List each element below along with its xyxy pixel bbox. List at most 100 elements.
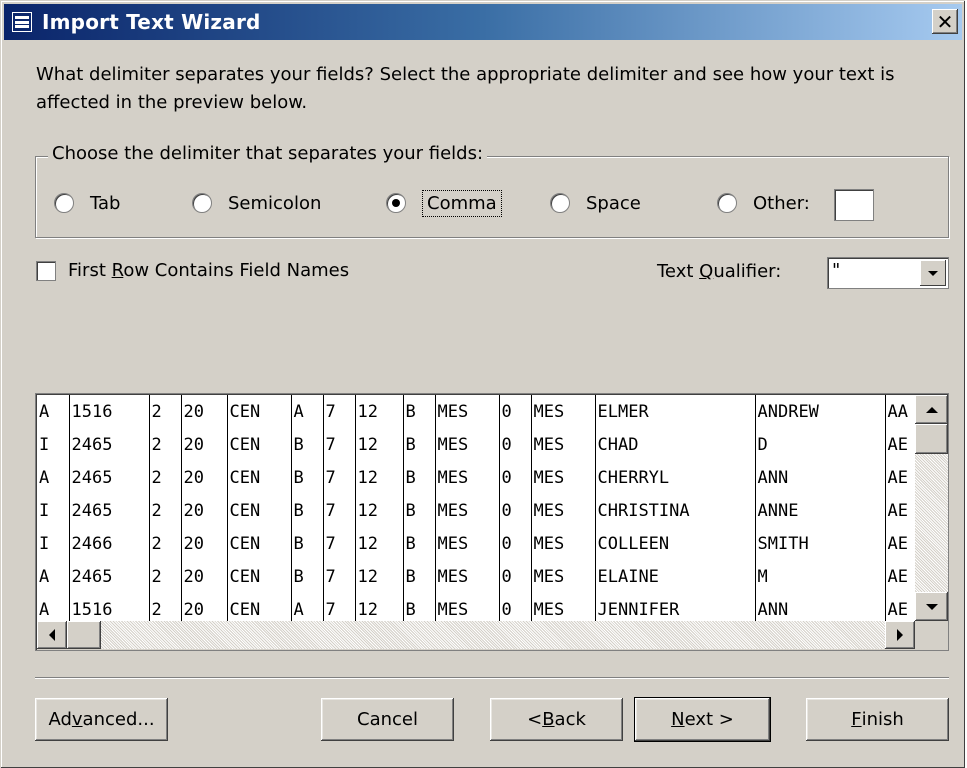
preview-cell: B	[403, 560, 436, 593]
preview-cell: 12	[355, 395, 404, 428]
chevron-down-icon[interactable]	[920, 260, 946, 286]
preview-row: I 2466 2 20 CEN B 7 12 B MES 0 MES COLLEEN SMITH AE	[37, 527, 915, 560]
preview-cell: AE	[885, 560, 915, 593]
preview-cell: CEN	[227, 461, 292, 494]
vertical-scroll-thumb[interactable]	[915, 424, 948, 454]
preview-cell: CEN	[227, 593, 292, 621]
delimiter-group-legend: Choose the delimiter that separates your…	[48, 143, 488, 164]
preview-cell: SMITH	[755, 527, 886, 560]
preview-cell: MES	[531, 395, 596, 428]
preview-table: A 1516 2 20 CEN A 7 12 B MES 0 MES ELMER ANDREW AA I 246…	[37, 395, 915, 621]
radio-semicolon-label: Semicolon	[228, 192, 322, 214]
preview-cell: 2	[149, 461, 182, 494]
first-row-label: First Row Contains Field Names	[68, 260, 350, 281]
scroll-left-button[interactable]	[37, 621, 67, 649]
radio-comma-label: Comma	[422, 189, 502, 217]
preview-cell: A	[291, 593, 324, 621]
scroll-up-button[interactable]	[915, 395, 948, 424]
preview-cell: 12	[355, 527, 404, 560]
preview-grid-area[interactable]: A 1516 2 20 CEN A 7 12 B MES 0 MES ELMER ANDREW AA I 246…	[37, 395, 915, 621]
preview-cell: 2466	[69, 527, 150, 560]
preview-cell: B	[291, 428, 324, 461]
horizontal-scroll-thumb[interactable]	[67, 621, 101, 649]
preview-cell: 12	[355, 461, 404, 494]
preview-cell: AA	[885, 395, 915, 428]
preview-cell: CHAD	[595, 428, 756, 461]
other-delimiter-input[interactable]	[834, 189, 874, 221]
preview-cell: CEN	[227, 527, 292, 560]
preview-row: I 2465 2 20 CEN B 7 12 B MES 0 MES CHAD D AE	[37, 428, 915, 461]
radio-other[interactable]: Other:	[717, 188, 810, 218]
radio-semicolon-indicator	[192, 193, 212, 213]
data-preview: A 1516 2 20 CEN A 7 12 B MES 0 MES ELMER ANDREW AA I 246…	[35, 393, 949, 651]
preview-cell: 2	[149, 593, 182, 621]
preview-cell: 1516	[69, 593, 150, 621]
preview-cell: MES	[435, 527, 500, 560]
cancel-button[interactable]: Cancel	[321, 698, 454, 741]
preview-cell: B	[403, 494, 436, 527]
arrow-up-icon	[925, 406, 938, 413]
preview-cell: B	[403, 461, 436, 494]
radio-tab-indicator	[54, 193, 74, 213]
preview-cell: 0	[499, 461, 532, 494]
preview-cell: M	[755, 560, 886, 593]
preview-cell: 0	[499, 494, 532, 527]
preview-cell: D	[755, 428, 886, 461]
preview-cell: 2465	[69, 461, 150, 494]
scroll-down-button[interactable]	[915, 592, 948, 621]
radio-tab-label: Tab	[90, 192, 121, 214]
preview-cell: 0	[499, 395, 532, 428]
preview-cell: CEN	[227, 395, 292, 428]
preview-cell: 2465	[69, 428, 150, 461]
title-bar[interactable]: Import Text Wizard ✕	[4, 4, 962, 40]
close-button[interactable]: ✕	[932, 9, 958, 34]
preview-cell: MES	[435, 494, 500, 527]
preview-cell: 2	[149, 527, 182, 560]
preview-cell: AE	[885, 494, 915, 527]
advanced-button[interactable]: Ad v anced...	[35, 698, 168, 741]
close-icon: ✕	[936, 9, 954, 34]
first-row-field-names-checkbox[interactable]: First Row Contains Field Names	[36, 260, 349, 281]
radio-comma[interactable]: Comma	[386, 188, 502, 218]
scroll-right-button[interactable]	[885, 621, 915, 649]
table-icon	[12, 12, 32, 32]
preview-cell: MES	[531, 527, 596, 560]
preview-row: A 1516 2 20 CEN A 7 12 B MES 0 MES JENNIFER ANN AE	[37, 593, 915, 621]
preview-cell: 2	[149, 560, 182, 593]
preview-cell: MES	[435, 461, 500, 494]
preview-cell: MES	[435, 560, 500, 593]
preview-cell: ANN	[755, 461, 886, 494]
arrow-down-icon	[925, 603, 938, 610]
preview-cell: MES	[531, 461, 596, 494]
preview-cell: A	[37, 461, 70, 494]
preview-cell: I	[37, 494, 70, 527]
next-button[interactable]: Next >	[634, 697, 771, 742]
preview-cell: 7	[323, 395, 356, 428]
preview-cell: B	[291, 494, 324, 527]
preview-cell: AE	[885, 428, 915, 461]
preview-cell: AE	[885, 527, 915, 560]
preview-cell: CEN	[227, 560, 292, 593]
preview-cell: 2465	[69, 560, 150, 593]
preview-cell: 20	[181, 428, 228, 461]
import-text-wizard-dialog: Import Text Wizard ✕ What delimiter sepa…	[0, 0, 965, 768]
preview-cell: 12	[355, 428, 404, 461]
back-button[interactable]: < Back	[490, 698, 623, 741]
preview-row: A 2465 2 20 CEN B 7 12 B MES 0 MES ELAINE M AE	[37, 560, 915, 593]
preview-cell: JENNIFER	[595, 593, 756, 621]
vertical-scrollbar[interactable]	[915, 395, 948, 621]
preview-cell: 7	[323, 560, 356, 593]
preview-cell: A	[37, 593, 70, 621]
horizontal-scrollbar[interactable]	[37, 621, 915, 649]
preview-cell: COLLEEN	[595, 527, 756, 560]
radio-space[interactable]: Space	[550, 188, 641, 218]
preview-cell: 7	[323, 494, 356, 527]
preview-cell: 7	[323, 593, 356, 621]
radio-tab[interactable]: Tab	[54, 188, 120, 218]
preview-cell: A	[291, 395, 324, 428]
text-qualifier-select[interactable]: "	[827, 257, 949, 289]
radio-semicolon[interactable]: Semicolon	[192, 188, 321, 218]
preview-cell: 12	[355, 560, 404, 593]
finish-button[interactable]: Finish	[806, 698, 949, 741]
text-qualifier-label: Text Qualifier:	[657, 261, 782, 282]
